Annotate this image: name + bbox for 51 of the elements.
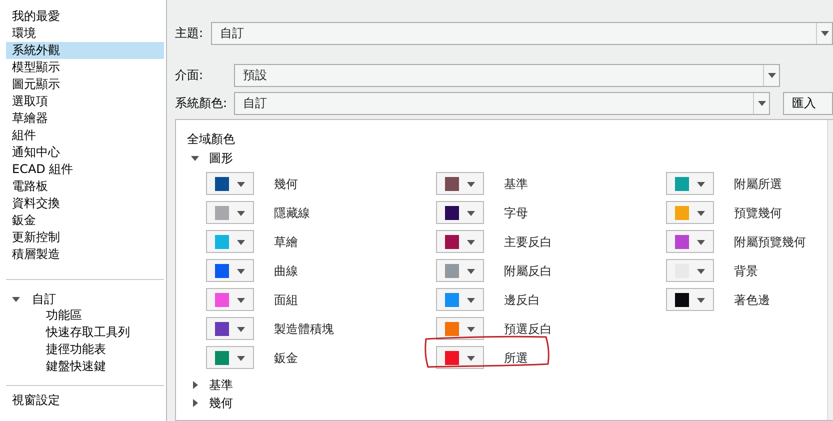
- section-header[interactable]: 圖形: [209, 149, 233, 167]
- sidebar-item[interactable]: 我的最愛: [6, 8, 164, 25]
- color-label: 製造體積塊: [274, 320, 334, 338]
- sidebar-item[interactable]: 圖元顯示: [6, 76, 164, 93]
- color-label: 邊反白: [504, 292, 540, 308]
- sidebar-item[interactable]: 通知中心: [6, 144, 164, 161]
- section-header[interactable]: 幾何: [209, 394, 233, 412]
- sidebar-subitem[interactable]: 功能區: [6, 307, 164, 324]
- color-label: 背景: [734, 262, 758, 280]
- color-label: 草繪: [274, 234, 298, 250]
- section-header[interactable]: 基準: [209, 376, 233, 394]
- color-label: 面組: [274, 292, 298, 308]
- color-label: 預選反白: [504, 320, 552, 338]
- color-label: 幾何: [274, 176, 298, 192]
- color-label: 附屬反白: [504, 262, 552, 280]
- sidebar-item[interactable]: 積層製造: [6, 246, 164, 263]
- field-label: 主題:: [175, 25, 204, 42]
- theme-dropdown[interactable]: 自訂: [211, 22, 833, 44]
- color-label: 附屬所選: [734, 176, 782, 192]
- sidebar-item[interactable]: 資料交換: [6, 195, 164, 212]
- field-label: 介面:: [175, 67, 204, 84]
- sidebar-subitem[interactable]: 捷徑功能表: [6, 341, 164, 358]
- interface-dropdown[interactable]: 預設: [234, 64, 780, 86]
- system-colors-dropdown[interactable]: 自訂: [234, 92, 770, 114]
- sidebar-item[interactable]: 視窗設定: [6, 392, 164, 409]
- color-label: 主要反白: [504, 234, 552, 250]
- color-label: 基準: [504, 176, 528, 192]
- color-label: 隱藏線: [274, 204, 310, 222]
- sidebar-item[interactable]: 系統外觀: [6, 42, 164, 59]
- field-label: 系統顏色:: [175, 95, 228, 112]
- sidebar-group[interactable]: 自訂: [32, 290, 56, 308]
- sidebar-item[interactable]: 更新控制: [6, 229, 164, 246]
- sidebar-subitem[interactable]: 快速存取工具列: [6, 324, 164, 341]
- import-button[interactable]: 匯入: [783, 92, 833, 114]
- color-label: 所選: [504, 350, 528, 366]
- sidebar-item[interactable]: 模型顯示: [6, 59, 164, 76]
- sidebar-item[interactable]: 環境: [6, 25, 164, 42]
- color-label: 著色邊: [734, 292, 770, 308]
- color-label: 曲線: [274, 262, 298, 280]
- sidebar-subitem[interactable]: 鍵盤快速鍵: [6, 358, 164, 375]
- color-label: 附屬預覽幾何: [734, 234, 806, 250]
- color-label: 鈑金: [274, 350, 298, 366]
- sidebar-item[interactable]: 電路板: [6, 178, 164, 195]
- sidebar-item[interactable]: ECAD 組件: [6, 161, 164, 178]
- sidebar-item[interactable]: 草繪器: [6, 110, 164, 127]
- color-label: 預覽幾何: [734, 204, 782, 222]
- color-label: 字母: [504, 204, 528, 222]
- panel-title: 全域顏色: [187, 131, 236, 148]
- sidebar-item[interactable]: 組件: [6, 127, 164, 144]
- sidebar-item[interactable]: 鈑金: [6, 212, 164, 229]
- sidebar-item[interactable]: 選取項: [6, 93, 164, 110]
